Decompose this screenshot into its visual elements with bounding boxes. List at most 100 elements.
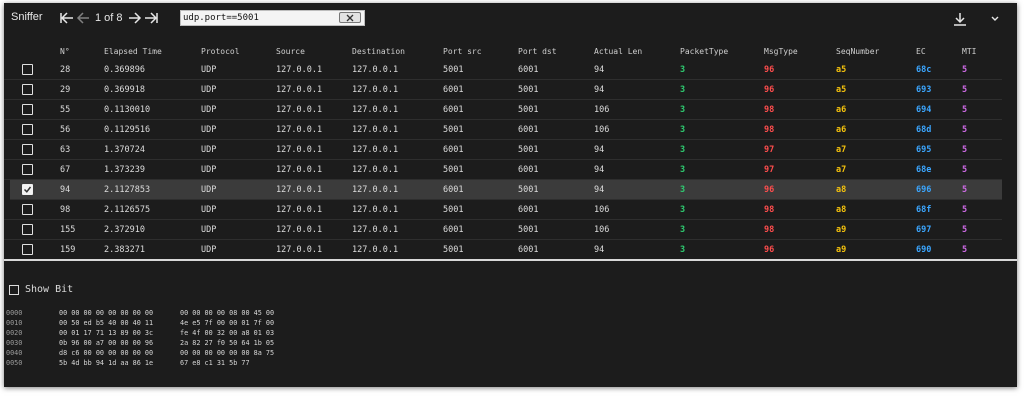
cell-pdst: 6001 bbox=[518, 65, 539, 75]
row-checkbox[interactable] bbox=[22, 204, 33, 215]
cell-time: 2.383271 bbox=[104, 245, 145, 255]
table-row[interactable]: 63 1.370724 UDP 127.0.0.1 127.0.0.1 6001 5001 9… bbox=[4, 140, 1002, 160]
cell-psrc: 5001 bbox=[443, 125, 464, 135]
hex-off: 0040 bbox=[6, 349, 23, 357]
column-header[interactable]: Source bbox=[276, 47, 305, 56]
column-header[interactable]: MTI bbox=[962, 47, 976, 56]
cell-dst: 127.0.0.1 bbox=[352, 85, 399, 95]
row-checkbox[interactable] bbox=[22, 104, 33, 115]
row-checkbox[interactable] bbox=[22, 84, 33, 95]
cell-len: 94 bbox=[594, 145, 605, 155]
table-row[interactable]: 98 2.1126575 UDP 127.0.0.1 127.0.0.1 5001 6001… bbox=[4, 200, 1002, 220]
row-checkbox[interactable] bbox=[22, 124, 33, 135]
cell-ec: 696 bbox=[916, 185, 932, 195]
cell-ec: 693 bbox=[916, 85, 932, 95]
cell-n: 63 bbox=[60, 145, 71, 155]
cell-len: 94 bbox=[594, 245, 605, 255]
cell-pdst: 5001 bbox=[518, 145, 539, 155]
cell-seq: a8 bbox=[836, 205, 847, 215]
cell-dst: 127.0.0.1 bbox=[352, 165, 399, 175]
filter-input[interactable] bbox=[183, 11, 333, 25]
column-header[interactable]: N° bbox=[60, 47, 70, 56]
cell-ptype: 3 bbox=[680, 65, 686, 75]
row-checkbox[interactable] bbox=[22, 144, 33, 155]
table-row[interactable]: 159 2.383271 UDP 127.0.0.1 127.0.0.1 5001 6001… bbox=[4, 240, 1002, 260]
column-header[interactable]: SeqNumber bbox=[836, 47, 879, 56]
column-header[interactable]: Destination bbox=[352, 47, 405, 56]
cell-mti: 5 bbox=[962, 165, 968, 175]
filter-box bbox=[180, 10, 365, 26]
table-row[interactable]: 28 0.369896 UDP 127.0.0.1 127.0.0.1 5001 6001 9… bbox=[4, 60, 1002, 80]
sniffer-window: Sniffer 1 of 8 udp.port==5001 N° Elapsed… bbox=[4, 3, 1017, 387]
column-header[interactable]: PacketType bbox=[680, 47, 728, 56]
first-page-icon[interactable] bbox=[59, 10, 75, 26]
panel-divider[interactable] bbox=[4, 259, 1017, 261]
cell-time: 2.1127853 bbox=[104, 185, 151, 195]
row-checkbox[interactable] bbox=[22, 224, 33, 235]
cell-mti: 5 bbox=[962, 245, 968, 255]
table-row[interactable]: 56 0.1129516 UDP 127.0.0.1 127.0.0.1 5001 6001… bbox=[4, 120, 1002, 140]
hex-g1: 00 50 ed b5 40 00 40 11 bbox=[59, 319, 154, 327]
hex-off: 0010 bbox=[6, 319, 23, 327]
cell-dst: 127.0.0.1 bbox=[352, 225, 399, 235]
next-page-icon[interactable] bbox=[127, 10, 143, 26]
cell-time: 0.1130010 bbox=[104, 105, 151, 115]
cell-msg: 96 bbox=[764, 85, 775, 95]
cell-proto: UDP bbox=[201, 225, 217, 235]
download-icon[interactable] bbox=[953, 12, 967, 26]
cell-msg: 96 bbox=[764, 245, 775, 255]
row-checkbox[interactable] bbox=[22, 244, 33, 255]
column-header[interactable]: Actual Len bbox=[594, 47, 642, 56]
cell-ptype: 3 bbox=[680, 185, 686, 195]
cell-dst: 127.0.0.1 bbox=[352, 105, 399, 115]
cell-src: 127.0.0.1 bbox=[276, 65, 323, 75]
last-page-icon[interactable] bbox=[143, 10, 159, 26]
close-icon bbox=[346, 14, 354, 21]
column-header[interactable]: MsgType bbox=[764, 47, 798, 56]
cell-pdst: 6001 bbox=[518, 125, 539, 135]
row-checkbox[interactable] bbox=[22, 164, 33, 175]
row-checkbox[interactable] bbox=[22, 64, 33, 75]
cell-n: 155 bbox=[60, 225, 76, 235]
cell-dst: 127.0.0.1 bbox=[352, 145, 399, 155]
hex-g2: 2a 82 27 f0 50 64 1b 05 bbox=[180, 339, 275, 347]
cell-n: 159 bbox=[60, 245, 76, 255]
column-header[interactable]: EC bbox=[916, 47, 926, 56]
cell-ec: 68f bbox=[916, 205, 932, 215]
hex-g1: d8 c6 00 00 00 00 00 00 bbox=[59, 349, 154, 357]
show-bit-checkbox[interactable] bbox=[9, 284, 19, 295]
cell-pdst: 6001 bbox=[518, 245, 539, 255]
table-row[interactable]: 29 0.369918 UDP 127.0.0.1 127.0.0.1 6001 5001 9… bbox=[4, 80, 1002, 100]
cell-ptype: 3 bbox=[680, 105, 686, 115]
cell-pdst: 6001 bbox=[518, 165, 539, 175]
cell-psrc: 6001 bbox=[443, 145, 464, 155]
column-header[interactable]: Protocol bbox=[201, 47, 240, 56]
column-header[interactable]: Port src bbox=[443, 47, 482, 56]
cell-dst: 127.0.0.1 bbox=[352, 205, 399, 215]
cell-src: 127.0.0.1 bbox=[276, 85, 323, 95]
clear-filter-button[interactable] bbox=[339, 12, 361, 23]
cell-n: 98 bbox=[60, 205, 71, 215]
table-row[interactable]: 155 2.372910 UDP 127.0.0.1 127.0.0.1 6001 5001… bbox=[4, 220, 1002, 240]
cell-time: 2.372910 bbox=[104, 225, 145, 235]
cell-pdst: 5001 bbox=[518, 85, 539, 95]
hex-g1: 5b 4d bb 94 1d aa 86 1e bbox=[59, 359, 154, 367]
cell-src: 127.0.0.1 bbox=[276, 105, 323, 115]
cell-msg: 98 bbox=[764, 105, 775, 115]
prev-page-icon[interactable] bbox=[75, 10, 91, 26]
table-row[interactable]: 67 1.373239 UDP 127.0.0.1 127.0.0.1 5001 6001 9… bbox=[4, 160, 1002, 180]
hex-g2: 00 00 00 00 00 00 8a 75 bbox=[180, 349, 275, 357]
show-bit-toggle[interactable]: Show Bit bbox=[9, 284, 73, 295]
cell-proto: UDP bbox=[201, 125, 217, 135]
table-row[interactable]: 55 0.1130010 UDP 127.0.0.1 127.0.0.1 6001 5001… bbox=[4, 100, 1002, 120]
column-header[interactable]: Port dst bbox=[518, 47, 557, 56]
row-checkbox[interactable] bbox=[22, 184, 33, 195]
table-row[interactable]: 94 2.1127853 UDP 127.0.0.1 127.0.0.1 6001 5001… bbox=[10, 180, 1002, 200]
column-header[interactable]: Elapsed Time bbox=[104, 47, 162, 56]
cell-mti: 5 bbox=[962, 105, 968, 115]
cell-ptype: 3 bbox=[680, 225, 686, 235]
chevron-down-icon[interactable] bbox=[990, 11, 1000, 21]
cell-dst: 127.0.0.1 bbox=[352, 65, 399, 75]
cell-src: 127.0.0.1 bbox=[276, 185, 323, 195]
cell-n: 55 bbox=[60, 105, 71, 115]
